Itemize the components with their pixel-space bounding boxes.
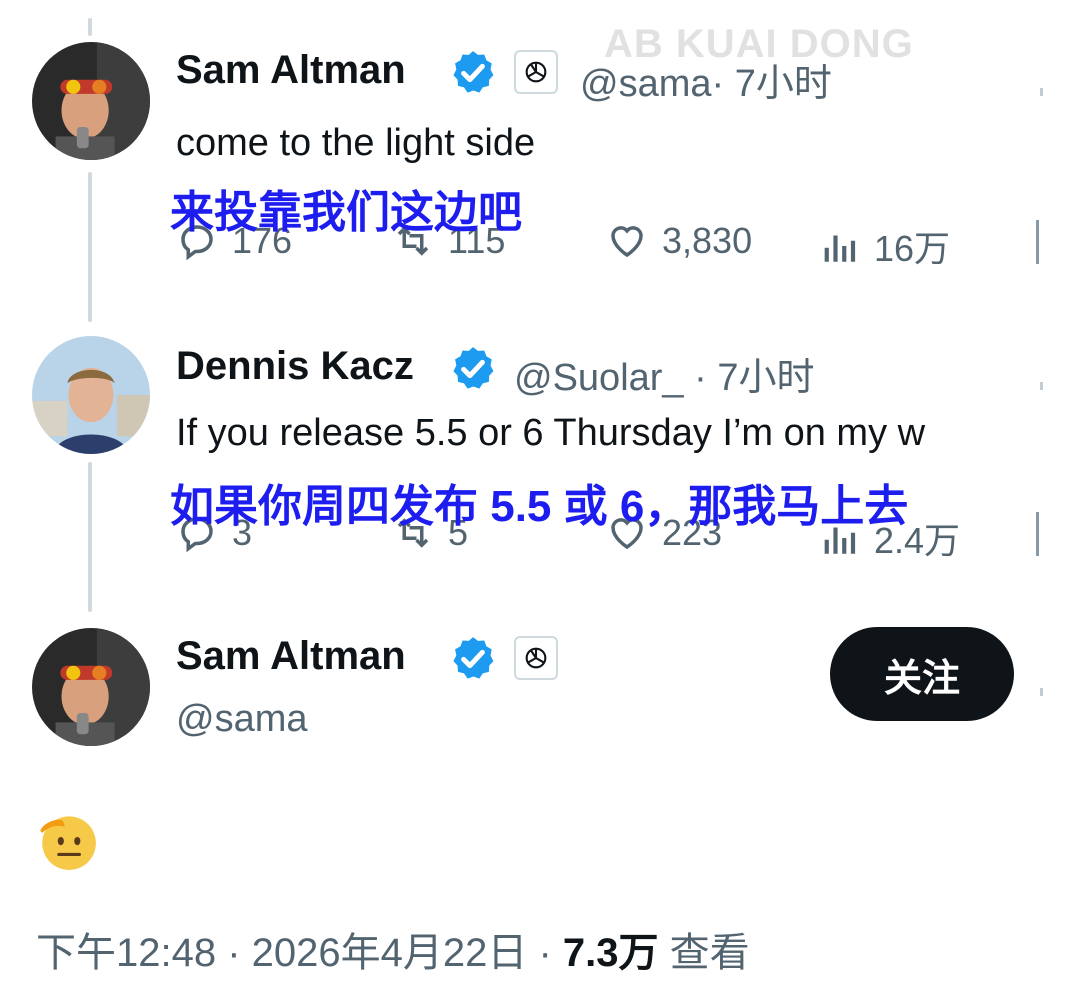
post-time: · 7小时 <box>711 63 832 105</box>
edge-mark <box>1040 88 1043 96</box>
views-count: 16万 <box>874 228 951 269</box>
translation-overlay: 如果你周四发布 5.5 或 6，那我马上去 <box>170 482 909 531</box>
author-name[interactable]: Sam Altman <box>176 634 406 679</box>
tweet-text: If you release 5.5 or 6 Thursday I’m on … <box>176 412 926 454</box>
verified-badge-icon <box>453 637 494 679</box>
bookmark-icon[interactable] <box>1036 512 1039 556</box>
thread-line <box>88 18 92 36</box>
edge-mark <box>1040 382 1043 390</box>
author-handle[interactable]: @sama <box>176 698 308 741</box>
verified-badge-icon <box>453 51 494 93</box>
author-name[interactable]: Dennis Kacz <box>176 344 414 389</box>
bookmark-icon[interactable] <box>1036 220 1039 264</box>
saluting-face-icon <box>40 816 96 870</box>
openai-affiliate-icon[interactable] <box>514 636 558 680</box>
handle-text: @Suolar_ <box>514 357 684 399</box>
avatar[interactable] <box>32 336 150 454</box>
verified-badge-icon <box>453 347 494 389</box>
heart-icon <box>611 226 643 258</box>
follow-button[interactable]: 关注 <box>830 627 1014 721</box>
like-button[interactable]: 3,830 <box>606 220 752 262</box>
author-name[interactable]: Sam Altman <box>176 48 406 93</box>
views-chart-icon <box>824 235 856 262</box>
thread-line <box>88 172 92 322</box>
edge-mark <box>1040 688 1043 696</box>
timestamp[interactable]: 下午12:48 · 2026年4月22日 · <box>36 931 563 975</box>
tweet-text: come to the light side <box>176 122 536 164</box>
author-handle[interactable]: @Suolar_ · 7小时 <box>514 346 814 401</box>
thread-line <box>88 462 92 612</box>
openai-affiliate-icon[interactable] <box>514 50 558 94</box>
translation-overlay: 来投靠我们这边吧 <box>170 188 522 237</box>
handle-text: @sama <box>580 63 712 105</box>
avatar[interactable] <box>32 42 150 160</box>
views-label: 查看 <box>658 931 750 975</box>
views-button[interactable]: 16万 <box>818 220 950 272</box>
author-handle[interactable]: @sama· 7小时 <box>580 52 832 107</box>
post-time: · 7小时 <box>694 357 815 399</box>
tweet-meta: 下午12:48 · 2026年4月22日 · 7.3万 查看 <box>36 920 750 978</box>
views-total: 7.3万 <box>562 931 659 975</box>
like-count: 3,830 <box>662 220 753 261</box>
avatar[interactable] <box>32 628 150 746</box>
